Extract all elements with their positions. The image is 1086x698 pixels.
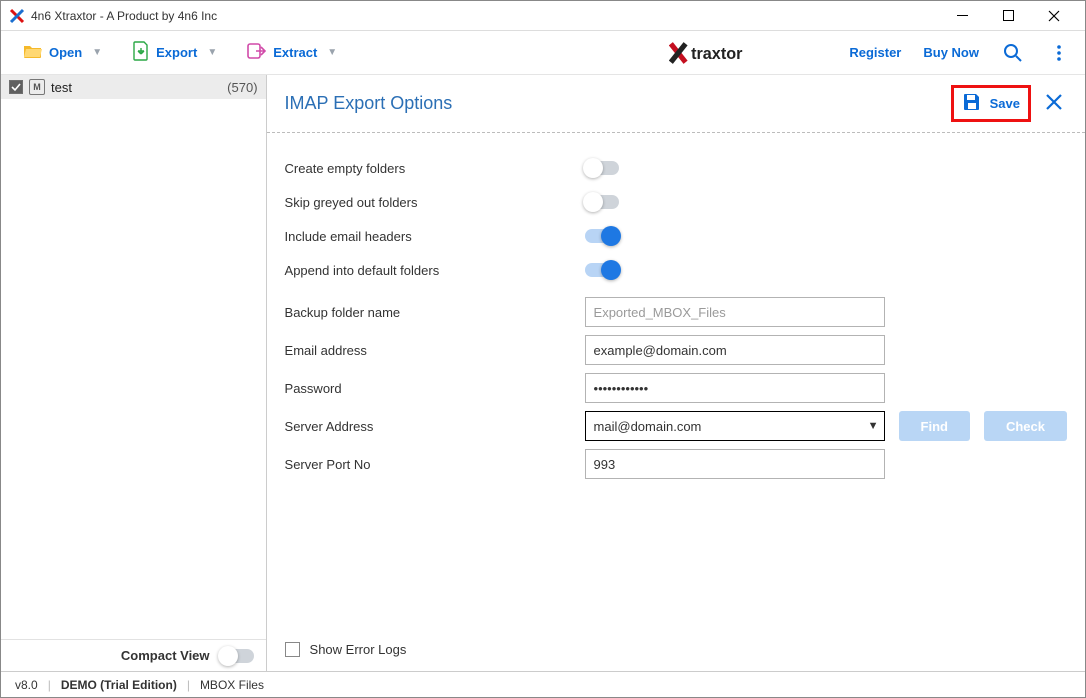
label-password: Password: [285, 381, 585, 396]
chevron-down-icon: ▼: [207, 47, 217, 58]
more-menu[interactable]: [1047, 41, 1071, 65]
status-version: v8.0: [15, 678, 38, 692]
folder-tree: M test (570): [1, 75, 266, 639]
export-label: Export: [156, 45, 197, 60]
svg-text:traxtor: traxtor: [691, 44, 743, 62]
save-highlight: Save: [951, 85, 1031, 122]
label-skip-greyed-out-folders: Skip greyed out folders: [285, 195, 585, 210]
tree-checkbox[interactable]: [9, 80, 23, 94]
input-password[interactable]: [585, 373, 885, 403]
close-window-button[interactable]: [1031, 1, 1077, 30]
tree-item[interactable]: M test (570): [1, 75, 266, 99]
folder-open-icon: [23, 42, 43, 63]
maximize-button[interactable]: [985, 1, 1031, 30]
save-button[interactable]: Save: [962, 92, 1020, 115]
close-panel-button[interactable]: [1041, 91, 1067, 117]
error-logs-row: Show Error Logs: [267, 628, 1085, 671]
export-icon: [132, 41, 150, 64]
label-backup-folder-name: Backup folder name: [285, 305, 585, 320]
check-button[interactable]: Check: [984, 411, 1067, 441]
statusbar: v8.0 | DEMO (Trial Edition) | MBOX Files: [1, 671, 1085, 697]
toggle-skip-greyed-out-folders[interactable]: [585, 195, 619, 209]
save-icon: [962, 92, 982, 115]
toggle-create-empty-folders[interactable]: [585, 161, 619, 175]
input-server-port-no[interactable]: [585, 449, 885, 479]
label-email-address: Email address: [285, 343, 585, 358]
label-append-default-folders: Append into default folders: [285, 263, 585, 278]
toggle-include-email-headers[interactable]: [585, 229, 619, 243]
export-menu[interactable]: Export ▼: [124, 35, 225, 70]
label-include-email-headers: Include email headers: [285, 229, 585, 244]
separator: |: [48, 678, 51, 692]
chevron-down-icon: ▼: [327, 47, 337, 58]
separator: |: [187, 678, 190, 692]
buy-now-link[interactable]: Buy Now: [923, 45, 979, 60]
panel-title: IMAP Export Options: [285, 93, 951, 114]
save-label: Save: [990, 96, 1020, 111]
input-email-address[interactable]: [585, 335, 885, 365]
window-title: 4n6 Xtraxtor - A Product by 4n6 Inc: [31, 9, 939, 23]
checkbox-show-error-logs[interactable]: [285, 642, 300, 657]
extract-label: Extract: [273, 45, 317, 60]
folder-icon: M: [29, 79, 45, 95]
minimize-button[interactable]: [939, 1, 985, 30]
extract-icon: [247, 42, 267, 63]
app-icon: [9, 8, 25, 24]
label-server-port-no: Server Port No: [285, 457, 585, 472]
panel-header: IMAP Export Options Save: [267, 75, 1085, 133]
open-label: Open: [49, 45, 82, 60]
label-show-error-logs: Show Error Logs: [310, 642, 407, 657]
tree-item-label: test: [51, 80, 221, 95]
sidebar: M test (570) Compact View: [1, 75, 267, 671]
chevron-down-icon: ▼: [92, 47, 102, 58]
brand-logo: traxtor: [669, 40, 809, 66]
compact-view-toggle[interactable]: [220, 649, 254, 663]
label-create-empty-folders: Create empty folders: [285, 161, 585, 176]
status-demo: DEMO (Trial Edition): [61, 678, 177, 692]
tree-item-count: (570): [227, 80, 257, 95]
titlebar: 4n6 Xtraxtor - A Product by 4n6 Inc: [1, 1, 1085, 31]
toggle-append-default-folders[interactable]: [585, 263, 619, 277]
content-panel: IMAP Export Options Save Create empty fo…: [267, 75, 1085, 671]
find-button[interactable]: Find: [899, 411, 970, 441]
status-file-type: MBOX Files: [200, 678, 264, 692]
search-button[interactable]: [1001, 41, 1025, 65]
compact-view-label: Compact View: [121, 648, 210, 663]
input-server-address[interactable]: [585, 411, 885, 441]
toolbar: Open ▼ Export ▼ Extract ▼ traxtor Regist…: [1, 31, 1085, 75]
register-link[interactable]: Register: [849, 45, 901, 60]
open-menu[interactable]: Open ▼: [15, 36, 110, 69]
input-backup-folder-name[interactable]: [585, 297, 885, 327]
label-server-address: Server Address: [285, 419, 585, 434]
extract-menu[interactable]: Extract ▼: [239, 36, 345, 69]
compact-view-toggle-row: Compact View: [1, 639, 266, 671]
